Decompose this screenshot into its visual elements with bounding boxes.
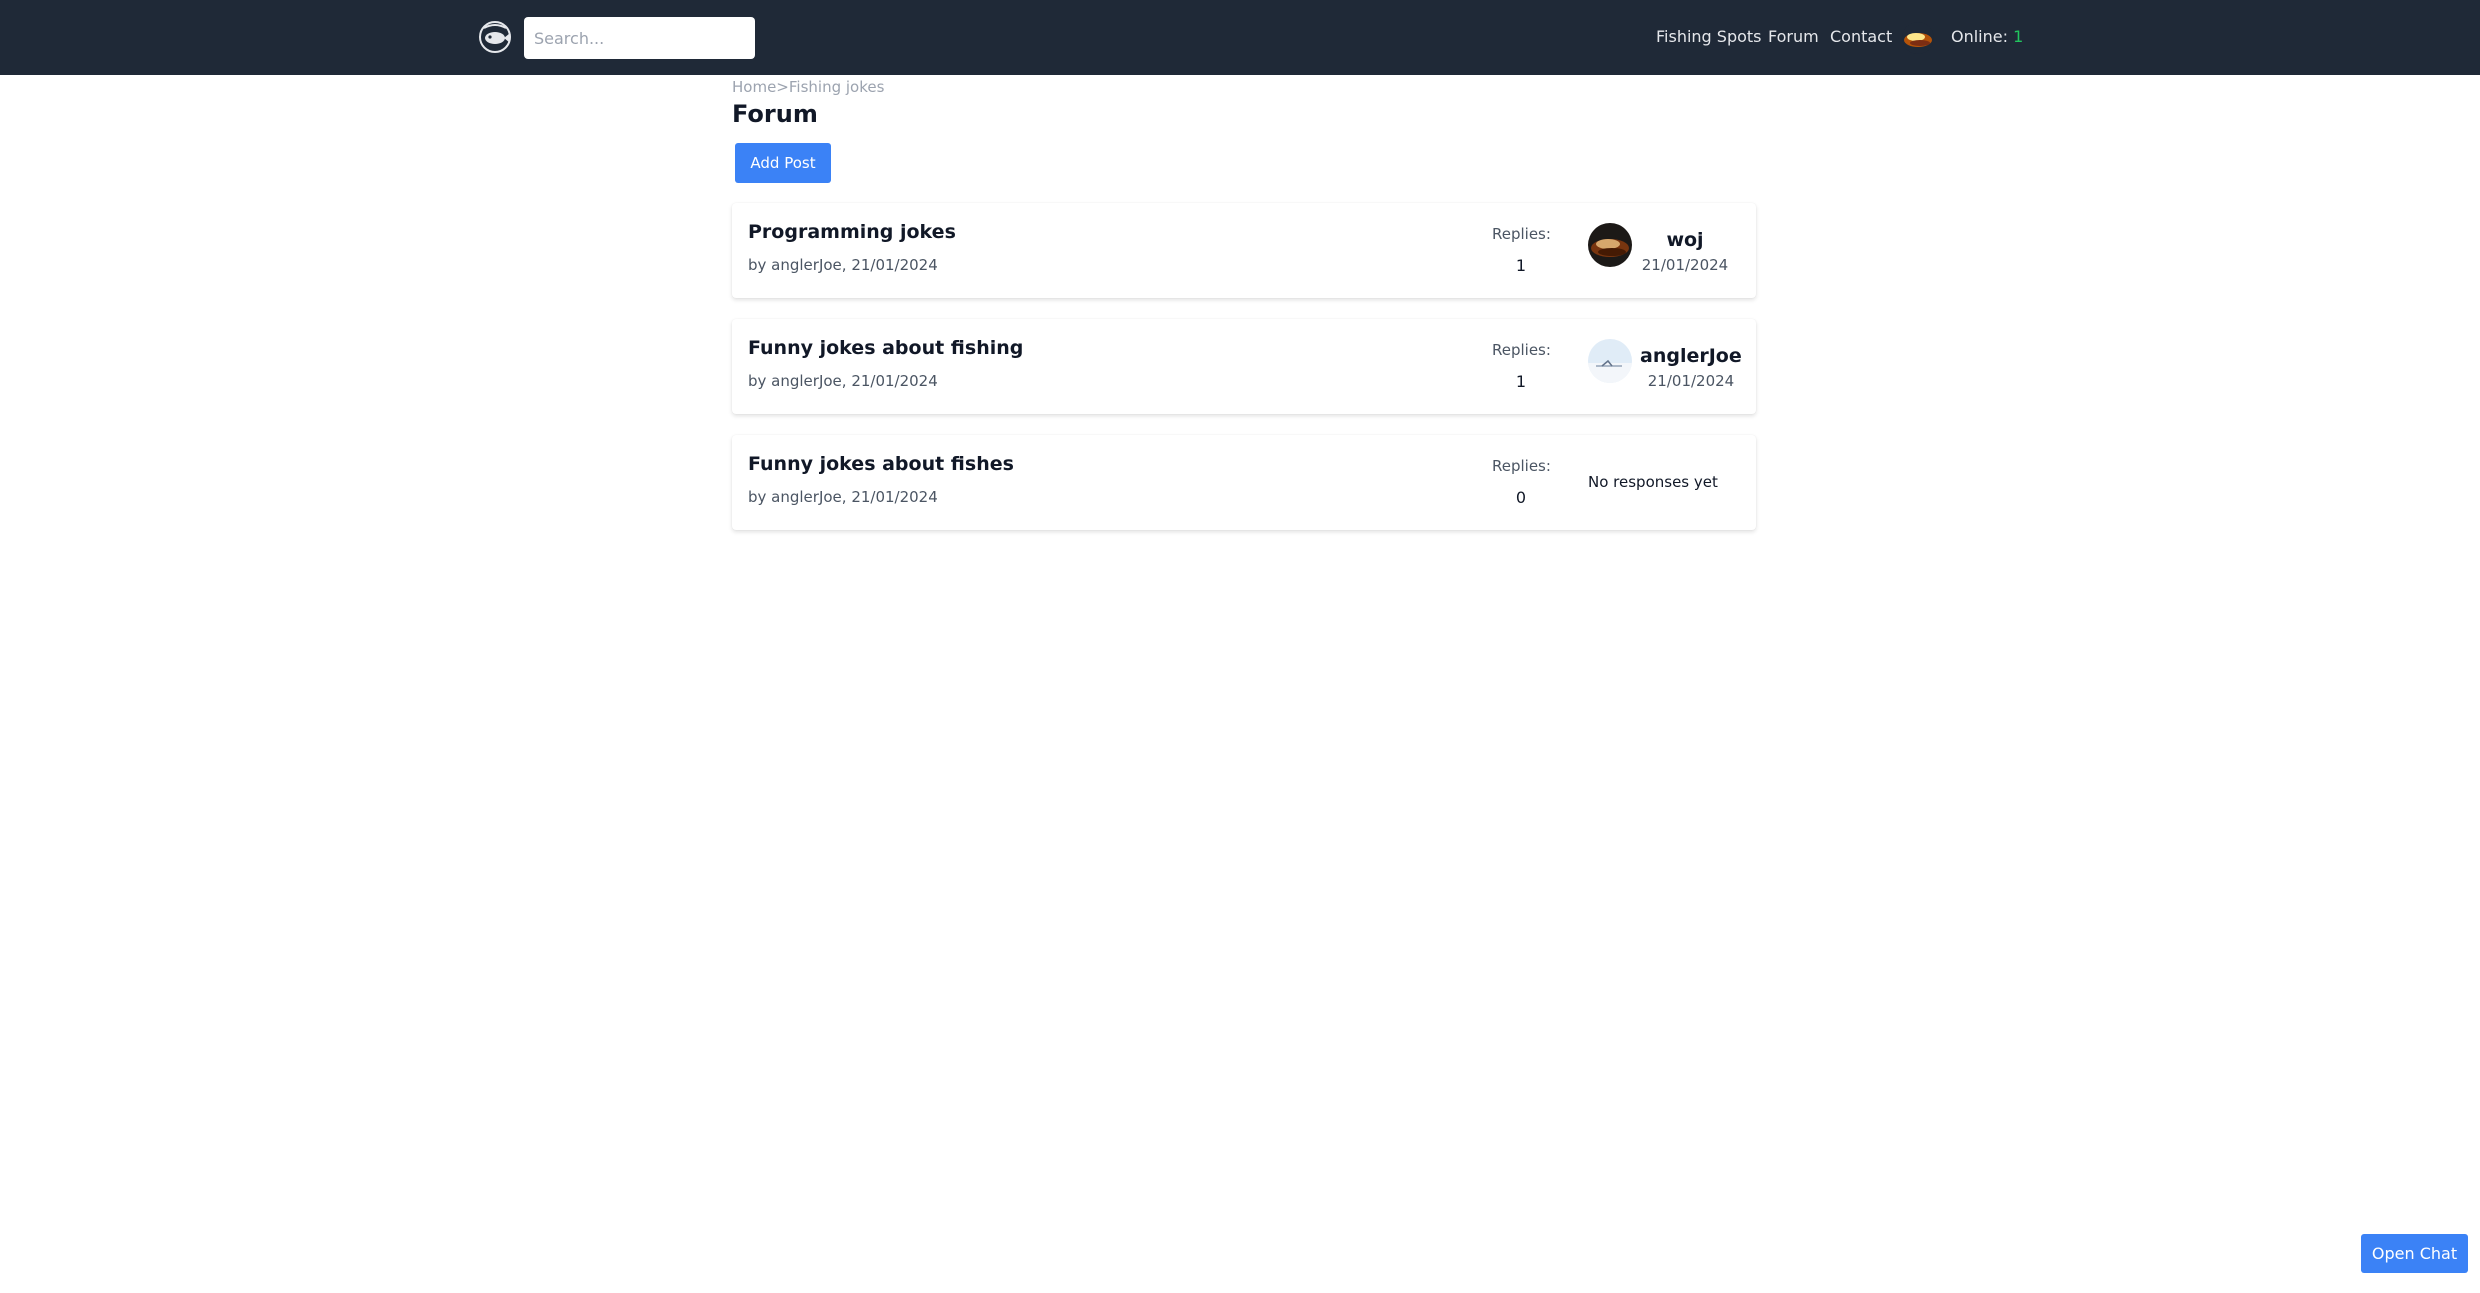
post-meta: by anglerJoe, 21/01/2024 (748, 488, 938, 506)
top-navbar: Fishing Spots Forum Contact Online: 1 (0, 0, 2480, 75)
replies-label: Replies: (1492, 341, 1551, 359)
post-card[interactable]: Funny jokes about fishing by anglerJoe, … (732, 319, 1756, 414)
page-title: Forum (732, 100, 818, 128)
replies-count: 1 (1515, 256, 1527, 275)
breadcrumb-separator: > (776, 78, 789, 96)
last-reply-avatar[interactable] (1588, 223, 1632, 267)
fish-logo-icon[interactable] (478, 20, 512, 54)
post-card[interactable]: Funny jokes about fishes by anglerJoe, 2… (732, 435, 1756, 530)
last-reply-date: 21/01/2024 (1641, 256, 1729, 274)
last-reply-user[interactable]: anglerJoe (1640, 345, 1760, 367)
post-title[interactable]: Programming jokes (748, 221, 956, 243)
breadcrumb: Home>Fishing jokes (732, 78, 884, 96)
search-input[interactable] (524, 17, 755, 59)
last-reply-avatar[interactable] (1588, 339, 1632, 383)
add-post-button[interactable]: Add Post (735, 143, 831, 183)
post-card[interactable]: Programming jokes by anglerJoe, 21/01/20… (732, 203, 1756, 298)
post-meta: by anglerJoe, 21/01/2024 (748, 256, 938, 274)
replies-label: Replies: (1492, 457, 1551, 475)
nav-link-fishing-spots[interactable]: Fishing Spots (1656, 27, 1762, 46)
replies-label: Replies: (1492, 225, 1551, 243)
last-reply-date: 21/01/2024 (1647, 372, 1735, 390)
open-chat-button[interactable]: Open Chat (2361, 1234, 2468, 1273)
replies-count: 0 (1515, 488, 1527, 507)
post-meta: by anglerJoe, 21/01/2024 (748, 372, 938, 390)
nav-link-contact[interactable]: Contact (1830, 27, 1892, 46)
online-count: 1 (2013, 27, 2024, 46)
nav-link-forum[interactable]: Forum (1768, 27, 1819, 46)
post-title[interactable]: Funny jokes about fishes (748, 453, 1014, 475)
no-responses-text: No responses yet (1588, 473, 1718, 491)
breadcrumb-home[interactable]: Home (732, 78, 776, 96)
replies-count: 1 (1515, 372, 1527, 391)
post-title[interactable]: Funny jokes about fishing (748, 337, 1023, 359)
breadcrumb-current: Fishing jokes (788, 78, 885, 96)
online-status: Online: 1 (1951, 27, 2023, 46)
user-avatar-icon[interactable] (1902, 22, 1934, 54)
last-reply-user[interactable]: woj (1640, 229, 1730, 251)
online-label: Online: (1951, 27, 2008, 46)
